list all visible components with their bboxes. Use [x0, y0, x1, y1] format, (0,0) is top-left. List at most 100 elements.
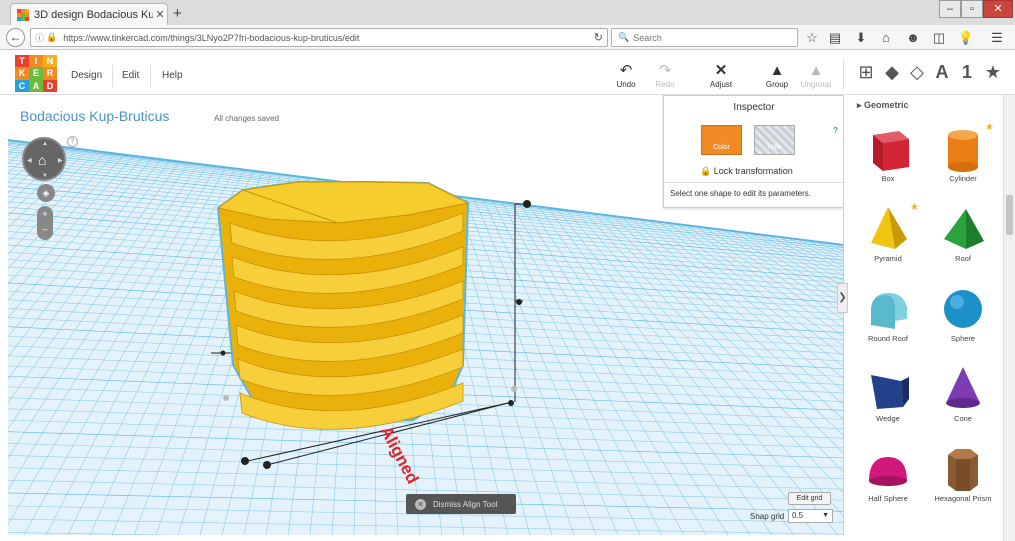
shape-label: Round Roof	[867, 334, 909, 343]
menu-edit[interactable]: Edit	[122, 70, 139, 81]
shape-roof[interactable]: Roof	[928, 202, 998, 263]
toolbar-separator	[843, 59, 844, 89]
chevron-down-icon: ▼	[822, 512, 829, 519]
snap-grid-label: Snap grid	[750, 512, 785, 521]
tips-bulb-icon[interactable]: 💡	[957, 29, 975, 46]
menu-separator	[150, 65, 151, 87]
search-input[interactable]	[633, 32, 784, 43]
redo-icon: ↷	[658, 62, 672, 79]
menu-design[interactable]: Design	[71, 70, 102, 81]
snap-grid-select[interactable]: 0.5 ▼	[788, 509, 833, 523]
shape-label: Hexagonal Prism	[934, 494, 992, 503]
sidebar-scrollbar[interactable]	[1003, 95, 1015, 541]
close-tab-icon[interactable]: ✕	[153, 8, 167, 21]
pan-left-icon: ◀	[27, 158, 32, 164]
undo-button[interactable]: ↶ Undo	[608, 62, 644, 89]
chat-icon[interactable]: ☻	[904, 29, 922, 46]
close-window-button[interactable]: ✕	[983, 0, 1013, 18]
shape-label: Half Sphere	[868, 494, 908, 503]
shape-label: Pyramid	[874, 254, 902, 263]
pan-right-icon: ▶	[58, 158, 63, 164]
bookmark-star-icon[interactable]: ☆	[803, 29, 821, 46]
redo-button[interactable]: ↷ Redo	[647, 62, 683, 89]
reading-list-icon[interactable]: ▤	[826, 29, 844, 46]
url-text: https://www.tinkercad.com/things/3LNyo2P…	[63, 32, 360, 43]
minimize-window-button[interactable]: –	[939, 0, 961, 18]
category-header[interactable]: ▸ Geometric	[857, 100, 909, 111]
shape-label: Sphere	[950, 334, 976, 343]
wireframe-cube-icon[interactable]: ◇	[906, 61, 928, 83]
dismiss-align-tool-button[interactable]: ✕ Dismiss Align Tool	[406, 494, 516, 514]
dismiss-close-icon: ✕	[415, 498, 426, 510]
app-toolbar: T I N K E R C A D Design Edit Help ↶ Undo…	[0, 51, 1015, 95]
inspector-hint: Select one shape to edit its parameters.	[670, 189, 811, 198]
search-icon: 🔍	[618, 32, 630, 42]
shape-hexagonal-prism[interactable]: Hexagonal Prism	[928, 442, 998, 503]
shape-pyramid[interactable]: ★ Pyramid	[853, 202, 923, 263]
zoom-out-icon[interactable]: –	[37, 222, 53, 236]
pocket-icon[interactable]: ◫	[930, 29, 948, 46]
ungroup-button[interactable]: ▲ Ungroup	[798, 62, 834, 89]
shape-half-sphere[interactable]: Half Sphere	[853, 442, 923, 503]
save-status: All changes saved	[214, 114, 279, 123]
pan-up-icon: ▲	[42, 141, 48, 147]
reload-icon[interactable]: ↻	[594, 31, 603, 44]
ungroup-icon: ▲	[808, 62, 824, 79]
back-button[interactable]: ←	[6, 28, 25, 47]
design-title[interactable]: Bodacious Kup-Bruticus	[20, 108, 169, 124]
search-bar[interactable]: 🔍	[611, 28, 798, 47]
shape-sphere[interactable]: Sphere	[928, 282, 998, 343]
downloads-icon[interactable]: ⬇	[852, 29, 870, 46]
menu-help[interactable]: Help	[162, 70, 183, 81]
browser-tab-bar: 3D design Bodacious Kup-... ✕ + – ▫ ✕	[0, 0, 1015, 25]
solid-cube-icon[interactable]: ◆	[881, 61, 903, 83]
shape-label: Cone	[954, 414, 972, 423]
shape-label: Box	[881, 174, 895, 183]
tinkercad-favicon-icon	[17, 8, 29, 21]
grid-view-icon[interactable]: ⊞	[855, 61, 877, 83]
workplane-canvas[interactable]: Aligned Bodacious Kup-Bruticus All chang…	[8, 95, 844, 535]
home-icon[interactable]: ⌂	[877, 29, 895, 46]
view-navigation-control[interactable]: ▲ ▼ ◀ ▶ ⌂	[22, 137, 66, 181]
edit-grid-button[interactable]: Edit grid	[788, 492, 831, 505]
favorites-star-icon[interactable]: ★	[982, 61, 1004, 83]
hole-button[interactable]: Hole	[754, 125, 795, 155]
scrollbar-thumb[interactable]	[1006, 195, 1013, 235]
group-button[interactable]: ▲ Group	[759, 62, 795, 89]
zoom-control[interactable]: + –	[37, 206, 53, 240]
number-icon[interactable]: 1	[956, 61, 978, 83]
group-icon: ▲	[769, 62, 785, 79]
text-letter-icon[interactable]: A	[931, 61, 953, 83]
zoom-in-icon[interactable]: +	[37, 206, 53, 222]
home-view-icon: ⌂	[38, 152, 47, 168]
lock-label: Lock transformation	[713, 166, 793, 176]
shape-label: Wedge	[876, 414, 900, 423]
new-tab-button[interactable]: +	[173, 5, 182, 22]
hamburger-menu-icon[interactable]: ☰	[988, 29, 1006, 46]
menu-separator	[112, 65, 113, 87]
collapse-sidebar-button[interactable]: ❯	[837, 283, 848, 313]
info-icon[interactable]: ⓘ	[35, 31, 44, 44]
browser-tab[interactable]: 3D design Bodacious Kup-... ✕	[10, 3, 168, 25]
maximize-window-button[interactable]: ▫	[961, 0, 983, 18]
adjust-icon: ✕	[714, 62, 728, 79]
undo-icon: ↶	[619, 62, 633, 79]
color-button[interactable]: Color	[701, 125, 742, 155]
shape-cone[interactable]: Cone	[928, 362, 998, 423]
adjust-button[interactable]: ✕ Adjust	[703, 62, 739, 89]
inspector-help-icon[interactable]: ?	[833, 126, 838, 135]
lock-transformation-toggle[interactable]: 🔒 Lock transformation	[700, 166, 793, 177]
shape-wedge[interactable]: Wedge	[853, 362, 923, 423]
inspector-divider	[664, 182, 843, 183]
shape-cylinder[interactable]: ★ Cylinder	[928, 122, 998, 183]
browser-nav-bar: ← ⓘ 🔒 https://www.tinkercad.com/things/3…	[0, 25, 1015, 50]
shape-box[interactable]: Box	[853, 122, 923, 183]
perspective-toggle-icon[interactable]: ◈	[37, 184, 55, 202]
shape-round-roof[interactable]: Round Roof	[853, 282, 923, 343]
help-icon[interactable]: ?	[67, 136, 78, 147]
tinkercad-logo[interactable]: T I N K E R C A D	[15, 55, 57, 92]
twisted-shape[interactable]	[216, 181, 470, 430]
url-bar[interactable]: ⓘ 🔒 https://www.tinkercad.com/things/3LN…	[30, 28, 608, 47]
pan-down-icon: ▼	[42, 173, 48, 179]
lock-icon: 🔒	[700, 166, 712, 176]
